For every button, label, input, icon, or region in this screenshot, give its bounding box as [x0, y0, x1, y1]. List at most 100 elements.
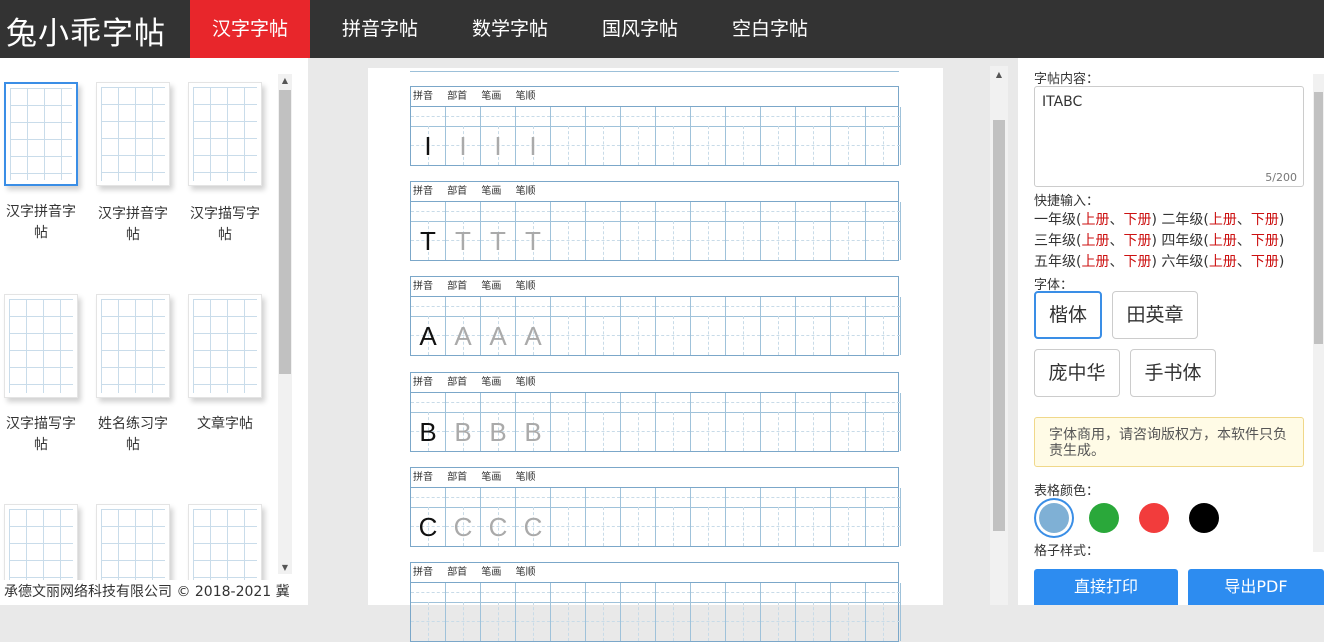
grid-color-swatch[interactable]	[1039, 503, 1069, 533]
trace-char: A	[524, 321, 542, 351]
row-header-label: 部首	[447, 91, 468, 102]
grade-up-link[interactable]: 上册	[1209, 233, 1237, 249]
grid-cell: A	[516, 297, 551, 355]
grid-cell	[866, 107, 901, 165]
font-kaiti-button[interactable]: 楷体	[1034, 291, 1102, 339]
grid-cell: T	[446, 202, 481, 260]
template-thumb-3[interactable]	[188, 82, 262, 186]
nav-tab-hanzi[interactable]: 汉字字帖	[190, 0, 310, 58]
grid-cell	[726, 583, 761, 641]
preview-scrollbar[interactable]: ▲	[990, 66, 1008, 605]
grid-cell	[831, 583, 866, 641]
copyright-footer: 承德文丽网络科技有限公司 © 2018-2021 冀	[0, 580, 290, 605]
grid-cell	[761, 583, 796, 641]
grade-up-link[interactable]: 上册	[1081, 233, 1109, 249]
grade-up-link[interactable]: 上册	[1081, 212, 1109, 228]
grid-cell	[586, 488, 621, 546]
scrollbar-thumb[interactable]	[993, 120, 1005, 531]
print-button[interactable]: 直接打印	[1034, 569, 1178, 605]
grid-cell: A	[481, 297, 516, 355]
template-thumb-4[interactable]	[4, 294, 78, 398]
grid-color-swatch[interactable]	[1089, 503, 1119, 533]
template-caption-4[interactable]: 汉字描写字帖	[0, 414, 82, 456]
template-thumb-2[interactable]	[96, 82, 170, 186]
font-tianyingzhang-button[interactable]: 田英章	[1112, 291, 1198, 339]
nav-tab-math[interactable]: 数学字帖	[455, 0, 565, 58]
row-header-label: 笔画	[481, 567, 502, 578]
template-caption-5[interactable]: 姓名练习字帖	[92, 414, 174, 456]
scrollbar-thumb[interactable]	[1314, 92, 1323, 344]
template-caption-3[interactable]: 汉字描写字帖	[184, 204, 266, 246]
grid-cell	[621, 297, 656, 355]
content-value[interactable]: ITABC	[1042, 94, 1082, 110]
quick-input-line: 一年级(上册、下册) 二年级(上册、下册)	[1034, 212, 1285, 228]
grid-cell	[796, 583, 831, 641]
grid-cell	[761, 297, 796, 355]
scroll-down-icon[interactable]: ▼	[278, 563, 292, 572]
grade-up-link[interactable]: 上册	[1209, 254, 1237, 270]
grid-cell	[656, 202, 691, 260]
scrollbar-thumb[interactable]	[279, 90, 291, 374]
model-char: I	[424, 131, 432, 161]
grid-color-swatch[interactable]	[1139, 503, 1169, 533]
grade-down-link[interactable]: 下册	[1123, 254, 1151, 270]
row-header: 拼音 部首 笔画 笔顺	[411, 277, 898, 297]
grade-down-link[interactable]: 下册	[1123, 233, 1151, 249]
template-thumb-6[interactable]	[188, 294, 262, 398]
row-header-label: 部首	[447, 281, 468, 292]
grid-cell	[551, 107, 586, 165]
grade-label: 四年级	[1161, 233, 1204, 249]
grid-color-label: 表格颜色：	[1034, 484, 1100, 499]
trace-char: I	[494, 131, 502, 161]
trace-char: I	[459, 131, 467, 161]
nav-tab-blank[interactable]: 空白字帖	[715, 0, 825, 58]
grid-cell: T	[411, 202, 446, 260]
grid-cell	[761, 393, 796, 451]
template-caption-1[interactable]: 汉字拼音字帖	[0, 202, 82, 244]
row-header-label: 笔画	[481, 186, 502, 197]
grade-down-link[interactable]: 下册	[1251, 254, 1279, 270]
row-header-label: 笔顺	[515, 281, 536, 292]
row-header-label: 笔顺	[515, 377, 536, 388]
cell-row: CCCC	[411, 488, 901, 546]
grade-down-link[interactable]: 下册	[1251, 233, 1279, 249]
grid-cell: B	[481, 393, 516, 451]
template-thumb-1[interactable]	[4, 82, 78, 186]
grade-up-link[interactable]: 上册	[1081, 254, 1109, 270]
grid-cell	[691, 488, 726, 546]
practice-row: 拼音 部首 笔画 笔顺 A A A A	[410, 276, 901, 356]
grade-up-link[interactable]: 上册	[1209, 212, 1237, 228]
template-caption-6[interactable]: 文章字帖	[184, 414, 266, 435]
practice-row: 拼音 部首 笔画 笔顺 B B B B	[410, 372, 901, 452]
grid-color-swatch[interactable]	[1189, 503, 1219, 533]
nav-tab-pinyin[interactable]: 拼音字帖	[325, 0, 435, 58]
grid-cell	[551, 202, 586, 260]
grid-cell	[656, 107, 691, 165]
grid-cell: C	[411, 488, 446, 546]
grid-cell: C	[516, 488, 551, 546]
grade-down-link[interactable]: 下册	[1123, 212, 1151, 228]
grid-cell	[411, 583, 446, 641]
page-top-line	[410, 71, 899, 72]
thumb-preview	[9, 299, 73, 393]
grid-cell	[866, 583, 901, 641]
grade-down-link[interactable]: 下册	[1251, 212, 1279, 228]
scroll-up-icon[interactable]: ▲	[992, 70, 1006, 79]
grid-cell	[656, 583, 691, 641]
grid-cell	[586, 202, 621, 260]
export-pdf-button[interactable]: 导出PDF	[1188, 569, 1324, 605]
scroll-up-icon[interactable]: ▲	[278, 76, 292, 85]
template-thumb-5[interactable]	[96, 294, 170, 398]
settings-scrollbar[interactable]	[1313, 74, 1324, 552]
grid-cell	[831, 488, 866, 546]
font-pangzhonghua-button[interactable]: 庞中华	[1034, 349, 1120, 397]
trace-char: T	[490, 226, 506, 256]
quick-input-label: 快捷输入：	[1034, 194, 1100, 209]
font-shoushu-button[interactable]: 手书体	[1130, 349, 1216, 397]
row-header: 拼音 部首 笔画 笔顺	[411, 468, 898, 488]
template-caption-2[interactable]: 汉字拼音字帖	[92, 204, 174, 246]
nav-tab-guofeng[interactable]: 国风字帖	[585, 0, 695, 58]
grid-cell	[726, 297, 761, 355]
template-scrollbar[interactable]: ▲ ▼	[278, 74, 292, 574]
content-textarea[interactable]: ITABC 5/200	[1034, 86, 1304, 187]
